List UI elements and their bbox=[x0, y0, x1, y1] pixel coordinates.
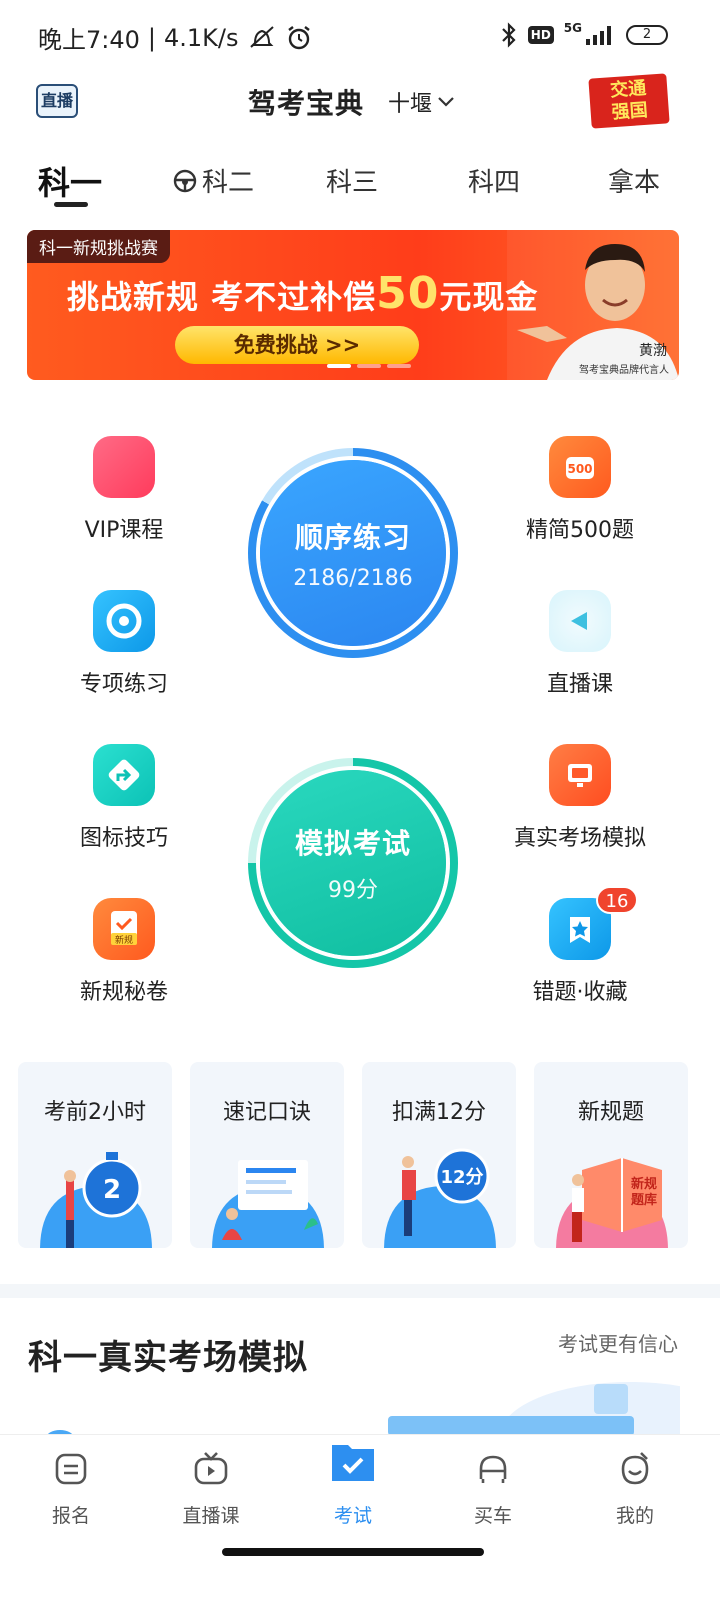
stopwatch-illustration: 2 bbox=[40, 1152, 152, 1248]
wrong-count-badge: 16 bbox=[596, 886, 638, 914]
target-icon bbox=[93, 590, 155, 652]
stopwatch-number: 2 bbox=[103, 1175, 121, 1205]
sequential-practice-label: 顺序练习 bbox=[294, 520, 411, 554]
app-header: 直播 驾考宝典 十堰 交通强国 bbox=[0, 73, 720, 136]
500-questions-icon: 500 bbox=[549, 436, 611, 498]
12-points-illustration: 12分 bbox=[384, 1148, 496, 1248]
play-icon bbox=[549, 590, 611, 652]
profile-icon bbox=[621, 1452, 649, 1485]
new-rules-paper-button[interactable]: 新规 新规秘卷 bbox=[44, 898, 204, 1006]
vip-course-icon bbox=[93, 436, 155, 498]
network-type: 5G bbox=[563, 21, 582, 35]
special-practice-button[interactable]: 专项练习 bbox=[44, 590, 204, 698]
new-rules-book-illustration: 新规 题库 bbox=[556, 1158, 668, 1248]
traffic-power-logo[interactable]: 交通强国 bbox=[588, 73, 670, 129]
page-dot bbox=[387, 364, 411, 368]
banner-headline: 挑战新规 考不过补偿50元现金 bbox=[67, 268, 539, 319]
status-divider: | bbox=[147, 23, 156, 52]
signal-icon bbox=[586, 26, 611, 45]
section-separator bbox=[0, 1284, 720, 1298]
live-course-button[interactable]: 直播课 bbox=[500, 590, 660, 698]
section-title: 科一真实考场模拟 bbox=[28, 1338, 308, 1378]
free-challenge-button[interactable]: 免费挑战 >> bbox=[175, 326, 419, 364]
spokesperson-name: 黄渤 bbox=[639, 343, 667, 359]
banner-tag: 科一新规挑战赛 bbox=[27, 230, 170, 263]
card-2-hours-before[interactable]: 考前2小时 2 bbox=[18, 1062, 172, 1248]
sign-arrow-icon bbox=[93, 744, 155, 806]
city-selector[interactable]: 十堰 bbox=[388, 86, 456, 118]
section-illustration bbox=[388, 1382, 680, 1436]
spokesperson-caption: 驾考宝典品牌代言人 bbox=[579, 365, 669, 376]
new-rules-book-text: 新规 bbox=[631, 1176, 657, 1192]
card-full-12-points[interactable]: 扣满12分 12分 bbox=[362, 1062, 516, 1248]
status-time: 晚上7:40 bbox=[38, 26, 140, 54]
nav-profile[interactable]: 我的 bbox=[590, 1449, 680, 1528]
banner-pagination bbox=[327, 364, 411, 368]
mock-exam-button[interactable]: 模拟考试 99分 bbox=[248, 758, 458, 968]
status-bar: 晚上7:40 | 4.1K/s HD 5G 2 bbox=[0, 0, 720, 76]
nav-signup[interactable]: 报名 bbox=[26, 1449, 116, 1528]
car-icon bbox=[479, 1455, 507, 1483]
notes-illustration bbox=[212, 1160, 324, 1248]
wrong-questions-favorites-button[interactable]: 错题·收藏 bbox=[500, 898, 660, 1006]
active-tab-indicator bbox=[54, 202, 88, 207]
sequential-practice-button[interactable]: 顺序练习 2186/2186 bbox=[248, 448, 458, 658]
app-title: 驾考宝典 bbox=[248, 87, 365, 120]
tv-icon bbox=[194, 1452, 228, 1485]
section-subtitle[interactable]: 考试更有信心 bbox=[558, 1328, 678, 1357]
home-indicator[interactable] bbox=[222, 1548, 484, 1556]
real-exam-sim-button[interactable]: 真实考场模拟 bbox=[500, 744, 660, 852]
sequential-practice-center: 顺序练习 2186/2186 bbox=[260, 460, 446, 646]
12-points-text: 12分 bbox=[440, 1167, 483, 1188]
sequential-practice-progress: 2186/2186 bbox=[293, 565, 413, 591]
mute-icon bbox=[249, 25, 274, 48]
alarm-icon bbox=[287, 25, 310, 49]
new-rules-paper-icon: 新规 bbox=[93, 898, 155, 960]
promo-banner[interactable]: 科一新规挑战赛 挑战新规 考不过补偿50元现金 免费挑战 >> 黄渤 驾考宝典品… bbox=[27, 230, 679, 380]
tab-ke-san[interactable]: 科三 bbox=[326, 162, 378, 199]
tab-na-ben[interactable]: 拿本 bbox=[608, 162, 660, 199]
status-speed: 4.1K/s bbox=[164, 23, 239, 52]
monitor-icon bbox=[549, 744, 611, 806]
subject-tabs: 科一 科二 科三 科四 拿本 bbox=[0, 152, 720, 212]
tab-ke-si[interactable]: 科四 bbox=[468, 162, 520, 199]
svg-text:500: 500 bbox=[567, 462, 592, 476]
mock-exam-score: 99分 bbox=[328, 878, 378, 903]
chevron-down-icon bbox=[438, 97, 454, 107]
mock-exam-center: 模拟考试 99分 bbox=[260, 770, 446, 956]
vip-course-button[interactable]: VIP课程 bbox=[44, 436, 204, 544]
sign-tips-button[interactable]: 图标技巧 bbox=[44, 744, 204, 852]
nav-live-course[interactable]: 直播课 bbox=[166, 1449, 256, 1528]
bottom-navigation: 报名 直播课 考试 买车 我的 bbox=[0, 1434, 720, 1600]
live-button[interactable]: 直播 bbox=[36, 84, 78, 118]
page-dot bbox=[357, 364, 381, 368]
tab-ke-er[interactable]: 科二 bbox=[172, 162, 254, 199]
status-left: 晚上7:40 | 4.1K/s bbox=[38, 20, 313, 55]
nav-buy-car[interactable]: 买车 bbox=[448, 1449, 538, 1528]
card-new-rules[interactable]: 新规题 新规 题库 bbox=[534, 1062, 688, 1248]
svg-text:新规: 新规 bbox=[115, 934, 133, 946]
steering-wheel-icon bbox=[173, 169, 197, 192]
nav-exam[interactable]: 考试 bbox=[308, 1435, 398, 1528]
bluetooth-icon bbox=[502, 22, 516, 48]
mock-exam-label: 模拟考试 bbox=[294, 827, 411, 860]
status-right: HD 5G 2 bbox=[500, 21, 668, 48]
signup-icon bbox=[55, 1453, 87, 1485]
tab-ke-yi[interactable]: 科一 bbox=[38, 158, 102, 204]
card-quick-memory[interactable]: 速记口诀 bbox=[190, 1062, 344, 1248]
city-label: 十堰 bbox=[388, 92, 433, 117]
battery-icon: 2 bbox=[626, 25, 668, 45]
page-dot bbox=[327, 364, 351, 368]
hd-icon: HD bbox=[527, 26, 554, 44]
500-questions-button[interactable]: 500 精简500题 bbox=[500, 436, 660, 544]
exam-folder-icon bbox=[332, 1445, 374, 1481]
new-rules-book-text-2: 题库 bbox=[631, 1192, 657, 1208]
